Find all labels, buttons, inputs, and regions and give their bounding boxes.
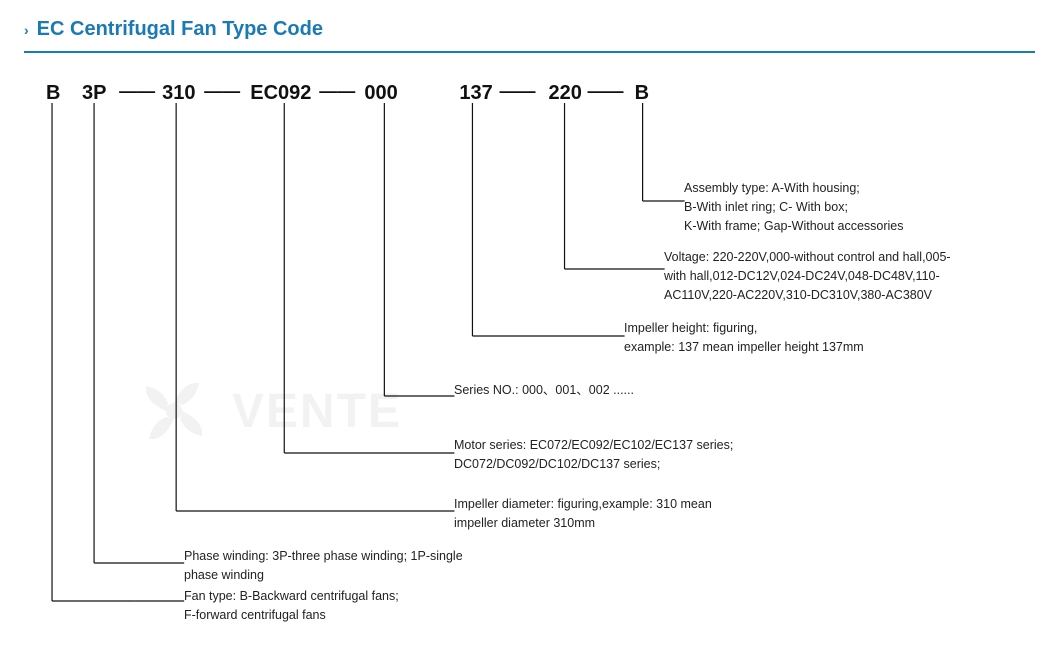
svg-text:——: —— bbox=[119, 81, 155, 101]
annotation-impeller-diameter: Impeller diameter: figuring,example: 310… bbox=[454, 495, 712, 533]
svg-text:3P: 3P bbox=[82, 82, 106, 104]
watermark-fan-icon bbox=[124, 361, 224, 461]
svg-text:000: 000 bbox=[364, 82, 397, 104]
watermark: VENTE bbox=[124, 361, 402, 461]
svg-text:137: 137 bbox=[459, 82, 492, 104]
annotation-impeller-diameter-label: Impeller diameter: bbox=[454, 497, 558, 511]
annotation-voltage: Voltage: 220-220V,000-without control an… bbox=[664, 248, 951, 304]
annotation-series-no: Series NO.: 000、001、002 ...... bbox=[454, 381, 634, 400]
annotation-phase-winding-label: Phase winding: bbox=[184, 549, 272, 563]
annotation-assembly-type-label: Assembly type: bbox=[684, 181, 772, 195]
title-chevron-icon: › bbox=[24, 22, 29, 38]
annotation-phase-winding: Phase winding: 3P-three phase winding; 1… bbox=[184, 547, 463, 585]
annotation-fan-type-label: Fan type: bbox=[184, 589, 240, 603]
annotation-fan-type: Fan type: B-Backward centrifugal fans;F-… bbox=[184, 587, 399, 625]
title-divider bbox=[24, 51, 1035, 53]
svg-text:——: —— bbox=[499, 81, 535, 101]
svg-text:220: 220 bbox=[549, 82, 582, 104]
annotation-motor-series-label: Motor series: bbox=[454, 438, 530, 452]
annotation-series-no-text: 000、001、002 ...... bbox=[522, 383, 634, 397]
annotation-voltage-label: Voltage: bbox=[664, 250, 713, 264]
svg-text:EC092: EC092 bbox=[250, 82, 311, 104]
title-row: › EC Centrifugal Fan Type Code bbox=[24, 18, 1035, 41]
svg-text:——: —— bbox=[319, 81, 355, 101]
svg-text:B: B bbox=[46, 82, 60, 104]
page-container: › EC Centrifugal Fan Type Code VENTE B 3… bbox=[0, 0, 1059, 668]
diagram-area: VENTE B 3P —— 310 —— EC092 —— 000 137 —— bbox=[24, 71, 1035, 631]
annotation-impeller-height-label: Impeller height: bbox=[624, 321, 713, 335]
annotation-impeller-height: Impeller height: figuring,example: 137 m… bbox=[624, 319, 864, 357]
annotation-motor-series: Motor series: EC072/EC092/EC102/EC137 se… bbox=[454, 436, 733, 474]
watermark-text: VENTE bbox=[232, 384, 402, 439]
annotation-series-no-label: Series NO.: bbox=[454, 383, 522, 397]
svg-text:——: —— bbox=[588, 81, 624, 101]
svg-text:310: 310 bbox=[162, 82, 195, 104]
annotation-assembly-type: Assembly type: A-With housing;B-With inl… bbox=[684, 179, 904, 235]
svg-text:B: B bbox=[635, 82, 649, 104]
diagram-lines-svg: B 3P —— 310 —— EC092 —— 000 137 —— 220 —… bbox=[24, 71, 1035, 631]
page-title: EC Centrifugal Fan Type Code bbox=[37, 18, 323, 41]
svg-text:——: —— bbox=[204, 81, 240, 101]
